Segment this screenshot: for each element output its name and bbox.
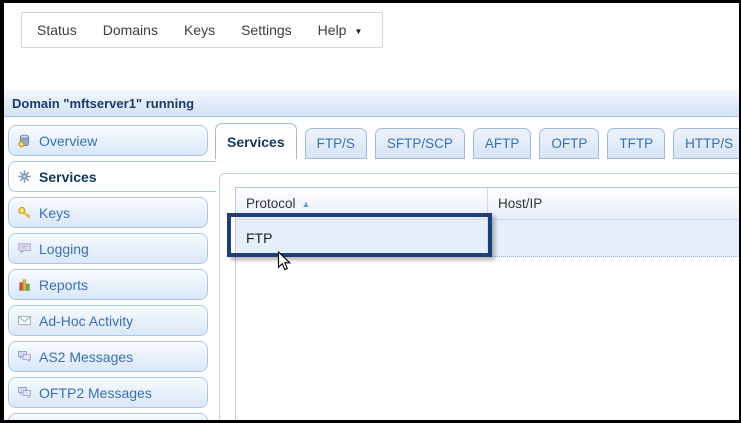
tab-label: FTP/S — [316, 136, 355, 151]
key-icon — [17, 205, 32, 220]
sidebar-item-partial[interactable] — [8, 413, 208, 420]
sidebar-item-as2-messages[interactable]: AS2 Messages — [8, 341, 208, 372]
tab-tftp[interactable]: TFTP — [607, 128, 666, 159]
tab-services[interactable]: Services — [215, 123, 297, 159]
sidebar-item-label: AS2 Messages — [39, 348, 134, 365]
tab-strip: Services FTP/S SFTP/SCP AFTP OFTP TFTP H… — [215, 123, 739, 159]
tab-aftp[interactable]: AFTP — [472, 128, 532, 159]
bar-chart-icon — [17, 277, 32, 292]
sidebar-item-label: Reports — [39, 276, 89, 293]
services-panel: Protocol ▲ Host/IP FTP — [219, 173, 739, 420]
sidebar-item-label: Services — [39, 168, 97, 185]
application-window: Status Domains Keys Settings Help ▼ Domai… — [0, 0, 741, 423]
sidebar-item-logging[interactable]: Logging — [8, 233, 208, 264]
main-menu-bar: Status Domains Keys Settings Help ▼ — [21, 12, 383, 48]
highlight-annotation-box — [227, 213, 492, 257]
tab-ftps[interactable]: FTP/S — [304, 128, 367, 159]
sidebar-item-label: Ad-Hoc Activity — [39, 312, 134, 329]
domain-status-bar: Domain "mftserver1" running — [4, 90, 739, 117]
sidebar-item-label: OFTP2 Messages — [39, 384, 152, 401]
column-header-label: Host/IP — [498, 196, 543, 211]
tab-label: AFTP — [484, 136, 520, 151]
sidebar-item-label: Overview — [39, 132, 98, 149]
sidebar-item-adhoc-activity[interactable]: Ad-Hoc Activity — [8, 305, 208, 336]
menu-domains[interactable]: Domains — [103, 22, 158, 38]
menu-help-label: Help — [317, 22, 347, 38]
sidebar: Overview Services Keys Logging Reports A… — [8, 125, 216, 420]
services-icon — [17, 169, 32, 184]
menu-status[interactable]: Status — [37, 22, 77, 38]
sidebar-item-reports[interactable]: Reports — [8, 269, 208, 300]
column-header-hostip[interactable]: Host/IP — [488, 188, 739, 219]
sidebar-item-keys[interactable]: Keys — [8, 197, 208, 228]
tab-label: SFTP/SCP — [386, 136, 453, 151]
tab-oftp[interactable]: OFTP — [539, 128, 600, 159]
database-icon — [17, 133, 32, 148]
sidebar-item-overview[interactable]: Overview — [8, 125, 208, 156]
domain-title: Domain "mftserver1" running — [12, 95, 195, 111]
tab-label: TFTP — [619, 136, 654, 151]
tab-sftpscp[interactable]: SFTP/SCP — [374, 128, 465, 159]
hostip-cell — [488, 220, 739, 256]
envelope-icon — [17, 313, 32, 328]
speech-bubble-icon — [17, 241, 32, 256]
sidebar-item-oftp2-messages[interactable]: OFTP2 Messages — [8, 377, 208, 408]
menu-keys[interactable]: Keys — [184, 22, 215, 38]
menu-help[interactable]: Help ▼ — [318, 22, 363, 38]
sidebar-item-label: Keys — [39, 204, 71, 221]
chat-bubbles-icon — [17, 385, 32, 400]
mouse-cursor — [277, 251, 292, 271]
sidebar-item-label: Logging — [39, 240, 89, 257]
sort-ascending-icon: ▲ — [301, 198, 311, 209]
tab-https[interactable]: HTTP/S — [673, 128, 739, 159]
tab-label: HTTP/S — [685, 136, 734, 151]
menu-settings[interactable]: Settings — [241, 22, 292, 38]
chat-bubbles-icon — [17, 349, 32, 364]
tab-label: OFTP — [551, 136, 588, 151]
sidebar-item-services[interactable]: Services — [8, 161, 216, 192]
column-header-label: Protocol — [246, 196, 296, 211]
tab-label: Services — [227, 133, 285, 150]
caret-down-icon: ▼ — [354, 27, 363, 36]
